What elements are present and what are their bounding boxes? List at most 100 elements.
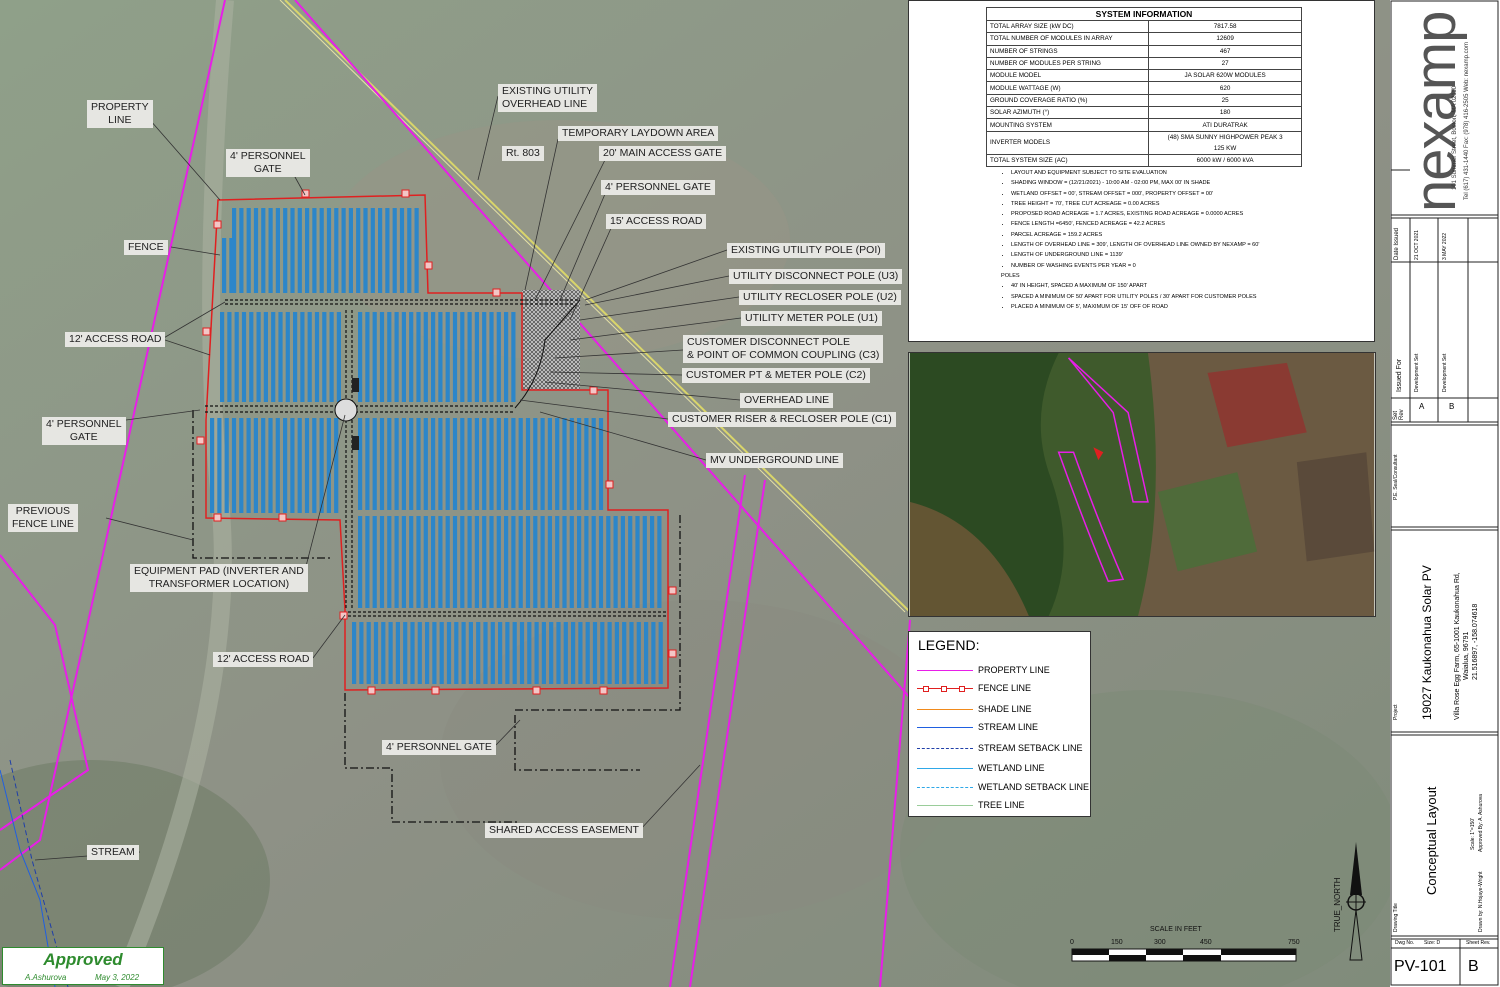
solar-array-row: [563, 622, 568, 684]
scale-bar: [1071, 948, 1297, 962]
legend-item: WETLAND SETBACK LINE: [917, 781, 1089, 795]
system-info-row: MODULE WATTAGE (W) 620: [985, 81, 1302, 95]
solar-array-row: [283, 208, 288, 293]
solar-array-row: [635, 516, 640, 608]
solar-array-row: [657, 516, 662, 608]
system-info-value: 12609: [1148, 32, 1302, 46]
approved-text: Approved: [43, 950, 123, 969]
solar-array-row: [452, 516, 458, 608]
system-info-value: 27: [1148, 56, 1302, 71]
legend-label: TREE LINE: [978, 800, 1025, 810]
system-info-value: 620: [1148, 81, 1302, 95]
scale-tick-label: 150: [1111, 939, 1123, 946]
system-info-row: NUMBER OF MODULES PER STRING 27: [985, 56, 1302, 71]
system-info-row: TOTAL NUMBER OF MODULES IN ARRAY 12609: [985, 32, 1302, 46]
project-address-1: Villa Rose Egg Farm, 65-1001 Kaukonahua …: [1454, 572, 1461, 720]
solar-array-row: [256, 312, 261, 402]
solar-array-row: [490, 622, 495, 684]
solar-array-row: [533, 418, 538, 510]
system-info-value: 25: [1148, 93, 1302, 108]
company-phone: Tel (617) 431-1440 Fax: (978) 416-2505 W…: [1464, 42, 1470, 200]
solar-array-row: [249, 312, 254, 402]
solar-array-row: [577, 516, 582, 608]
solar-array-row: [297, 208, 302, 293]
solar-array-row: [312, 418, 317, 513]
legend-swatch: [917, 709, 973, 710]
scale-tick-label: 450: [1200, 939, 1212, 946]
drawn-by: Drawn by: N.Hojaye-Wright: [1478, 871, 1484, 932]
solar-array-row: [540, 516, 545, 608]
solar-array-row: [598, 418, 604, 510]
system-information-title: SYSTEM INFORMATION: [986, 7, 1302, 21]
turnaround: [334, 398, 358, 422]
label-personnel-gate-top-left: 4' PERSONNEL GATE: [226, 149, 310, 177]
label-12-access-road-bottom: 12' ACCESS ROAD: [213, 652, 314, 667]
legend-swatch: [917, 748, 973, 749]
solar-array-row: [556, 622, 561, 684]
solar-array-row: [241, 312, 247, 402]
company-address: 101 Summer Street, Boston, MA 02110: [1452, 86, 1458, 190]
solar-array-row: [650, 516, 655, 608]
solar-array-row: [620, 516, 625, 608]
legend-label: SHADE LINE: [978, 704, 1032, 714]
solar-array-row: [372, 418, 377, 510]
solar-array-row: [417, 622, 422, 684]
legend-swatch: [917, 787, 973, 788]
solar-array-row: [431, 418, 436, 510]
solar-array-row: [569, 418, 574, 510]
system-note: LENGTH OF OVERHEAD LINE = 309', LENGTH O…: [1011, 240, 1321, 250]
solar-array-row: [403, 622, 408, 684]
approval-date: May 3, 2022: [95, 973, 140, 982]
solar-array-row: [496, 516, 501, 608]
solar-array-row: [629, 622, 634, 684]
legend-panel: LEGEND: PROPERTY LINE FENCE LINE SHADE LIN…: [908, 631, 1091, 817]
solar-array-row: [372, 312, 377, 402]
system-information-table: SYSTEM INFORMATION TOTAL ARRAY SIZE (kW …: [985, 7, 1302, 167]
solar-array-row: [431, 516, 436, 608]
solar-array-row: [394, 312, 399, 402]
scale-tick-label: 750: [1288, 939, 1300, 946]
solar-array-row: [460, 516, 465, 608]
solar-array-row: [438, 418, 443, 510]
scale-note: Scale: 1"=150': [1470, 817, 1476, 850]
solar-array-row: [467, 312, 472, 402]
legend-label: FENCE LINE: [978, 683, 1032, 693]
solar-array-row: [504, 516, 509, 608]
solar-array-row: [401, 418, 406, 510]
legend-label: STREAM SETBACK LINE: [978, 743, 1083, 753]
solar-array-row: [474, 418, 479, 510]
solar-array-row: [483, 622, 488, 684]
solar-array-row: [416, 312, 421, 402]
label-personnel-gate-left: 4' PERSONNEL GATE: [42, 417, 126, 445]
solar-array-row: [431, 312, 436, 402]
solar-array-row: [401, 312, 406, 402]
label-property-line: PROPERTY LINE: [87, 100, 153, 128]
solar-array-row: [234, 312, 239, 402]
solar-array-row: [261, 208, 266, 293]
label-personnel-gate-bottom: 4' PERSONNEL GATE: [382, 740, 496, 755]
system-info-key: MODULE MODEL: [985, 69, 1150, 83]
solar-array-row: [622, 622, 627, 684]
system-info-key: TOTAL NUMBER OF MODULES IN ARRAY: [985, 32, 1150, 46]
label-equipment-pad: EQUIPMENT PAD (INVERTER AND TRANSFORMER …: [130, 564, 308, 592]
solar-array-row: [300, 312, 305, 402]
label-utility-meter-pole: UTILITY METER POLE (U1): [741, 311, 882, 326]
solar-array-row: [613, 516, 618, 608]
pe-seal-label: P.E. Seal/Consultant: [1393, 454, 1399, 501]
legend-label: WETLAND LINE: [978, 763, 1045, 773]
solar-array-row: [409, 516, 414, 608]
solar-array-row: [578, 622, 583, 684]
solar-array-row: [395, 622, 400, 684]
solar-array-row: [555, 516, 560, 608]
legend-item: STREAM SETBACK LINE: [917, 742, 1087, 756]
drawing-title-label: Drawing Title: [1393, 903, 1399, 932]
solar-array-row: [356, 208, 361, 293]
solar-array-row: [358, 418, 363, 510]
project-coords: 21.516897, -158.074618: [1472, 603, 1479, 680]
solar-array-row: [227, 312, 232, 402]
solar-array-row: [319, 208, 324, 293]
system-note: LAYOUT AND EQUIPMENT SUBJECT TO SITE EVA…: [1011, 168, 1321, 178]
project-address-2: Waialua, 96791: [1463, 631, 1470, 680]
project-name: 19027 Kaukonahua Solar PV: [1420, 565, 1434, 720]
drawing-title: Conceptual Layout: [1424, 786, 1439, 895]
